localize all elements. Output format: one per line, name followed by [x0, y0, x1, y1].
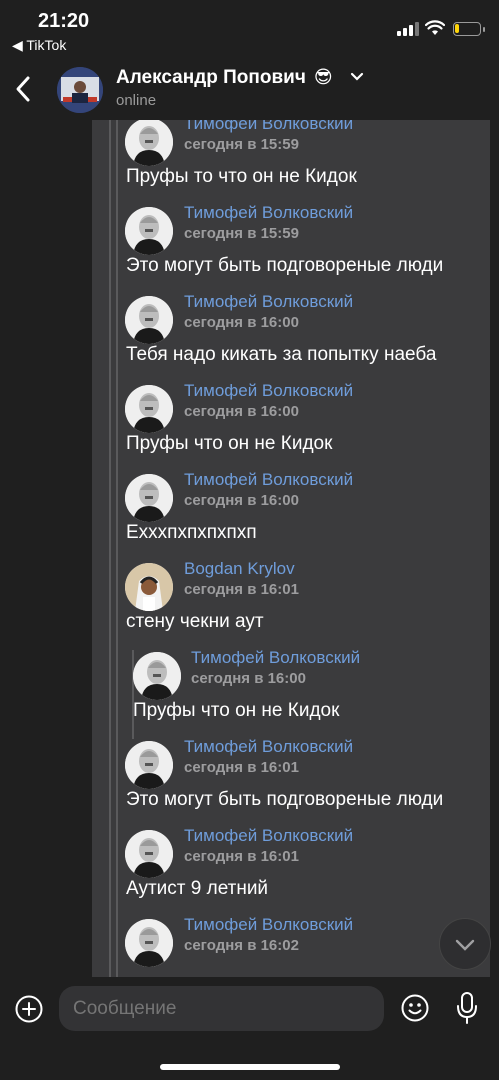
message-timestamp: сегодня в 15:59: [184, 136, 299, 153]
sender-avatar[interactable]: [125, 207, 173, 255]
message-bubble[interactable]: Тимофей Волковский сегодня в 15:59 Пруфы т…: [92, 120, 490, 977]
message-text: стену чекни аут: [126, 611, 264, 632]
chevron-down-icon: [455, 939, 475, 951]
sender-avatar[interactable]: [125, 296, 173, 344]
quote-bar: [116, 383, 118, 472]
message-timestamp: сегодня в 15:59: [184, 225, 299, 242]
message-text: Пруфы что он не Кидок: [126, 433, 333, 454]
forwarded-message[interactable]: Bogdan Krylov сегодня в 16:01 стену чекни …: [92, 559, 490, 650]
sender-avatar[interactable]: [125, 741, 173, 789]
sender-name[interactable]: Тимофей Волковский: [184, 120, 353, 134]
message-composer: [0, 983, 499, 1043]
message-text: Это могут быть подговореные люди: [126, 789, 444, 810]
forwarded-message[interactable]: Тимофей Волковский сегодня в 16:01 Это мог…: [92, 737, 490, 828]
forwarded-message[interactable]: Тимофей Волковский сегодня в 16:02: [92, 915, 490, 977]
sender-avatar[interactable]: [125, 120, 173, 166]
quote-bar: [116, 205, 118, 294]
quote-bar: [116, 650, 118, 739]
sender-name[interactable]: Тимофей Волковский: [184, 737, 353, 757]
sender-avatar[interactable]: [125, 830, 173, 878]
message-timestamp: сегодня в 16:01: [184, 581, 299, 598]
sender-name[interactable]: Тимофей Волковский: [184, 381, 353, 401]
quote-bar: [116, 472, 118, 561]
signal-icon: [397, 22, 419, 36]
sender-name[interactable]: Bogdan Krylov: [184, 559, 295, 579]
forwarded-message[interactable]: Тимофей Волковский сегодня в 15:59 Это мог…: [92, 203, 490, 294]
nested-quote-bar: [132, 650, 134, 739]
quote-bar: [116, 739, 118, 828]
scroll-down-button[interactable]: [439, 918, 491, 970]
quote-bar: [116, 120, 118, 205]
message-text: Пруфы что он не Кидок: [133, 700, 340, 721]
message-timestamp: сегодня в 16:01: [184, 759, 299, 776]
message-input[interactable]: [59, 986, 384, 1031]
wifi-icon: [425, 20, 445, 35]
sender-avatar[interactable]: [125, 474, 173, 522]
status-bar: 21:20 ◀ TikTok: [0, 0, 499, 60]
message-timestamp: сегодня в 16:00: [191, 670, 306, 687]
sender-name[interactable]: Тимофей Волковский: [191, 648, 360, 668]
forwarded-message[interactable]: Тимофей Волковский сегодня в 16:00 Пруфы ч…: [92, 648, 490, 739]
message-text: Тебя надо кикать за попытку наеба: [126, 344, 437, 365]
sender-avatar[interactable]: [125, 919, 173, 967]
chevron-down-icon[interactable]: [350, 72, 364, 82]
quote-bar: [116, 828, 118, 917]
sender-name[interactable]: Тимофей Волковский: [184, 292, 353, 312]
message-text: Пруфы то что он не Кидок: [126, 166, 357, 187]
contact-avatar[interactable]: [57, 67, 103, 113]
back-to-app-link[interactable]: ◀ TikTok: [12, 37, 66, 54]
home-indicator: [160, 1064, 340, 1070]
forwarded-message[interactable]: Тимофей Волковский сегодня в 16:01 Аутист …: [92, 826, 490, 917]
sender-avatar[interactable]: [125, 385, 173, 433]
sender-name[interactable]: Тимофей Волковский: [184, 826, 353, 846]
sender-name[interactable]: Тимофей Волковский: [184, 203, 353, 223]
sender-avatar[interactable]: [133, 652, 181, 700]
message-text: Ехххпхпхпхпхп: [126, 522, 257, 543]
forwarded-message[interactable]: Тимофей Волковский сегодня в 16:00 Пруфы ч…: [92, 381, 490, 472]
plus-icon[interactable]: [14, 994, 44, 1024]
quote-bar: [116, 561, 118, 650]
battery-icon: [453, 22, 485, 36]
mic-icon[interactable]: [455, 991, 479, 1025]
battery-level: [455, 24, 459, 33]
quote-bar: [116, 917, 118, 977]
contact-name-text: Александр Попович: [116, 67, 306, 88]
contact-name[interactable]: Александр Попович 😎: [116, 67, 333, 89]
forwarded-message[interactable]: Тимофей Волковский сегодня в 16:00 Тебя на…: [92, 292, 490, 383]
sender-name[interactable]: Тимофей Волковский: [184, 470, 353, 490]
chat-header: Александр Попович 😎 online: [0, 60, 499, 120]
forwarded-message[interactable]: Тимофей Волковский сегодня в 16:00 Ехххпхп…: [92, 470, 490, 561]
message-timestamp: сегодня в 16:00: [184, 314, 299, 331]
sender-avatar[interactable]: [125, 563, 173, 611]
message-text: Аутист 9 летний: [126, 878, 269, 899]
emoji-icon[interactable]: [400, 993, 430, 1023]
forwarded-message[interactable]: Тимофей Волковский сегодня в 15:59 Пруфы т…: [92, 120, 490, 205]
message-timestamp: сегодня в 16:01: [184, 848, 299, 865]
back-icon[interactable]: [12, 74, 36, 104]
message-text: Это могут быть подговореные люди: [126, 255, 444, 276]
contact-emoji: 😎: [313, 67, 333, 87]
contact-status: online: [116, 92, 157, 109]
clock: 21:20: [38, 10, 90, 32]
message-timestamp: сегодня в 16:00: [184, 403, 299, 420]
message-timestamp: сегодня в 16:02: [184, 937, 299, 954]
message-timestamp: сегодня в 16:00: [184, 492, 299, 509]
sender-name[interactable]: Тимофей Волковский: [184, 915, 353, 935]
quote-bar: [116, 294, 118, 383]
